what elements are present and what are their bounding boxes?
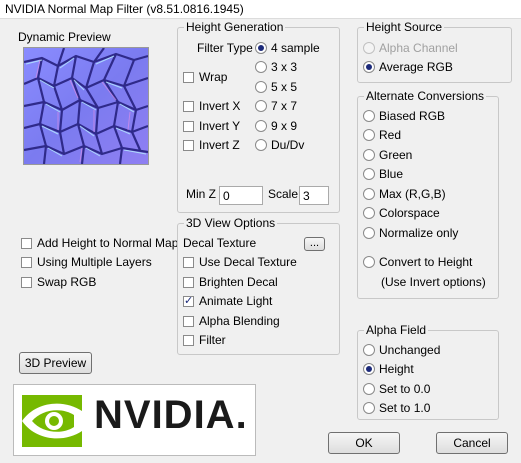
- normalize-only-label: Normalize only: [379, 226, 459, 240]
- invert-z-checkbox[interactable]: [183, 140, 194, 151]
- normal-map-filter-dialog: NVIDIA Normal Map Filter (v8.51.0816.194…: [0, 0, 521, 463]
- filter-3x3-radio[interactable]: [255, 61, 267, 73]
- invert-x-label: Invert X: [199, 99, 241, 113]
- filter-7x7-label: 7 x 7: [271, 99, 298, 113]
- filter-9x9-label: 9 x 9: [271, 119, 298, 133]
- decal-texture-browse-button[interactable]: ...: [304, 237, 325, 251]
- biased-rgb-radio[interactable]: [363, 110, 375, 122]
- filter-4-sample-label: 4 sample: [271, 41, 320, 55]
- alpha-set-zero-radio[interactable]: [363, 383, 375, 395]
- invert-y-label: Invert Y: [199, 119, 241, 133]
- alternate-conversions-title: Alternate Conversions: [364, 89, 487, 103]
- height-generation-title: Height Generation: [184, 20, 286, 34]
- min-z-label: Min Z: [186, 187, 216, 201]
- use-decal-texture-label: Use Decal Texture: [199, 255, 297, 269]
- red-label: Red: [379, 128, 402, 142]
- filter-7x7-radio[interactable]: [255, 100, 267, 112]
- normalize-only-radio[interactable]: [363, 227, 375, 239]
- ok-button[interactable]: OK: [328, 432, 400, 454]
- convert-to-height-label: Convert to Height: [379, 255, 473, 269]
- alpha-set-zero-label: Set to 0.0: [379, 382, 431, 396]
- filter-5x5-label: 5 x 5: [271, 80, 298, 94]
- using-multiple-layers-label: Using Multiple Layers: [37, 255, 152, 269]
- title-bar: NVIDIA Normal Map Filter (v8.51.0816.194…: [0, 0, 521, 19]
- average-rgb-label: Average RGB: [379, 60, 453, 74]
- scale-input[interactable]: 3: [299, 186, 329, 205]
- invert-z-label: Invert Z: [199, 138, 240, 152]
- filter-3x3-label: 3 x 3: [271, 60, 298, 74]
- colorspace-label: Colorspace: [379, 206, 440, 220]
- filter-4-sample-radio[interactable]: [255, 42, 267, 54]
- brighten-decal-checkbox[interactable]: [183, 277, 194, 288]
- filter-9x9-radio[interactable]: [255, 120, 267, 132]
- convert-to-height-note: (Use Invert options): [381, 275, 486, 289]
- alpha-field-title: Alpha Field: [364, 323, 429, 337]
- 3d-preview-button[interactable]: 3D Preview: [19, 352, 92, 374]
- filter-type-label: Filter Type: [197, 41, 253, 55]
- filter-dudv-radio[interactable]: [255, 139, 267, 151]
- height-source-group: Height Source: [357, 20, 512, 83]
- dynamic-preview-label: Dynamic Preview: [18, 30, 111, 44]
- wrap-checkbox[interactable]: [183, 72, 194, 83]
- alpha-channel-label: Alpha Channel: [379, 41, 458, 55]
- add-height-to-normal-map-label: Add Height to Normal Map: [37, 236, 179, 250]
- alpha-set-one-label: Set to 1.0: [379, 401, 431, 415]
- 3d-view-options-title: 3D View Options: [184, 216, 278, 230]
- average-rgb-radio[interactable]: [363, 61, 375, 73]
- red-radio[interactable]: [363, 129, 375, 141]
- invert-x-checkbox[interactable]: [183, 101, 194, 112]
- colorspace-radio[interactable]: [363, 207, 375, 219]
- swap-rgb-label: Swap RGB: [37, 275, 97, 289]
- dynamic-preview-image[interactable]: [23, 47, 149, 165]
- nvidia-wordmark: NVIDIA.: [94, 393, 248, 437]
- green-label: Green: [379, 148, 413, 162]
- use-decal-texture-checkbox[interactable]: [183, 257, 194, 268]
- decal-texture-label: Decal Texture: [183, 236, 257, 250]
- alpha-blending-checkbox[interactable]: [183, 316, 194, 327]
- alpha-set-one-radio[interactable]: [363, 402, 375, 414]
- alpha-height-radio[interactable]: [363, 363, 375, 375]
- blue-radio[interactable]: [363, 168, 375, 180]
- animate-light-label: Animate Light: [199, 294, 273, 308]
- convert-to-height-radio[interactable]: [363, 256, 375, 268]
- add-height-to-normal-map-checkbox[interactable]: [21, 238, 32, 249]
- swap-rgb-checkbox[interactable]: [21, 277, 32, 288]
- blue-label: Blue: [379, 167, 404, 181]
- alpha-unchanged-radio[interactable]: [363, 344, 375, 356]
- window-title: NVIDIA Normal Map Filter (v8.51.0816.194…: [5, 2, 244, 16]
- alpha-channel-radio[interactable]: [363, 42, 375, 54]
- green-radio[interactable]: [363, 149, 375, 161]
- biased-rgb-label: Biased RGB: [379, 109, 446, 123]
- using-multiple-layers-checkbox[interactable]: [21, 257, 32, 268]
- filter-label: Filter: [199, 333, 226, 347]
- alpha-blending-label: Alpha Blending: [199, 314, 280, 328]
- brighten-decal-label: Brighten Decal: [199, 275, 278, 289]
- nvidia-logo: NVIDIA.: [13, 384, 256, 456]
- normal-map-texture: [24, 48, 148, 164]
- filter-5x5-radio[interactable]: [255, 81, 267, 93]
- scale-label: Scale: [268, 187, 299, 201]
- alpha-unchanged-label: Unchanged: [379, 343, 441, 357]
- alpha-height-label: Height: [379, 362, 414, 376]
- wrap-label: Wrap: [199, 70, 228, 84]
- animate-light-checkbox[interactable]: [183, 294, 194, 307]
- cancel-button[interactable]: Cancel: [436, 432, 508, 454]
- min-z-input[interactable]: 0: [219, 186, 263, 205]
- max-rgb-label: Max (R,G,B): [379, 187, 446, 201]
- max-rgb-radio[interactable]: [363, 188, 375, 200]
- height-source-title: Height Source: [364, 20, 445, 34]
- filter-dudv-label: Du/Dv: [271, 138, 305, 152]
- filter-checkbox[interactable]: [183, 335, 194, 346]
- invert-y-checkbox[interactable]: [183, 121, 194, 132]
